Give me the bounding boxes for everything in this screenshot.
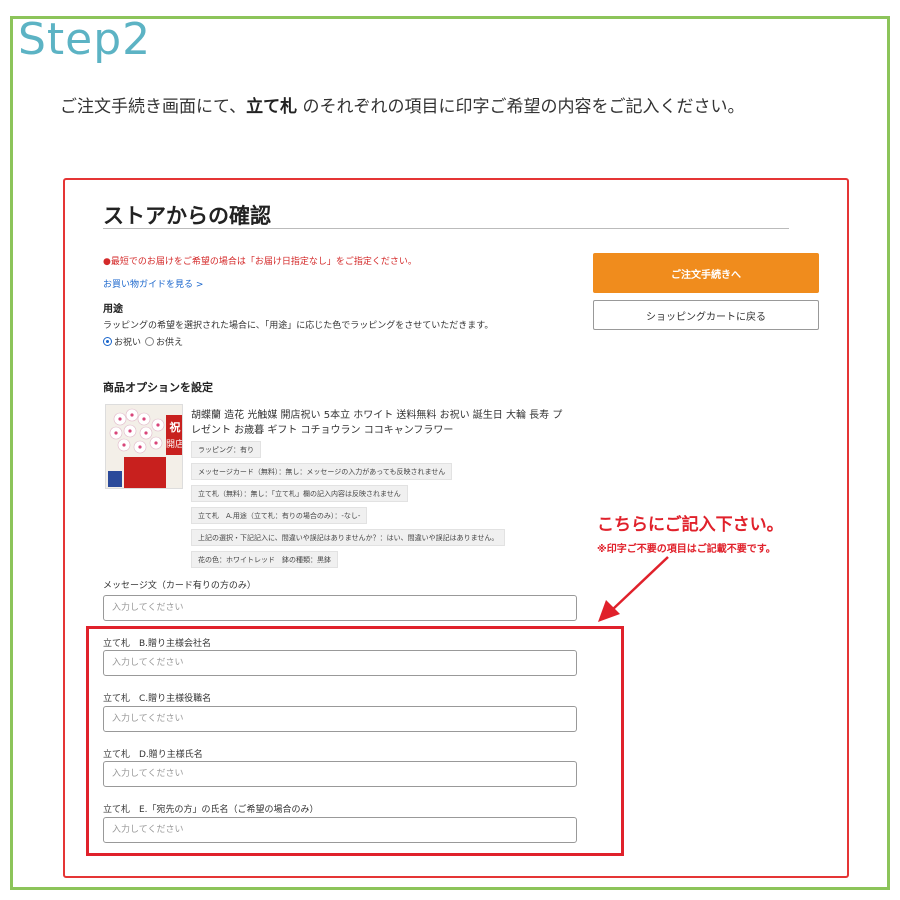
message-field-label: メッセージ文（カード有りの方のみ） <box>103 581 256 591</box>
step-title: Step2 <box>18 14 152 65</box>
option-tag-signboard: 立て札（無料）：無し：「立て札」欄の記入内容は反映されません <box>191 485 408 502</box>
callout-main-text: こちらにご記入下さい。 <box>597 515 784 535</box>
callout-sub-text: ※印字ご不要の項目はご記載不要です。 <box>597 544 776 555</box>
svg-text:祝: 祝 <box>170 420 181 434</box>
back-to-cart-button[interactable]: ショッピングカートに戻る <box>593 300 819 330</box>
option-tag-confirmation: 上記の選択・下記記入に、間違いや誤記はありませんか？：はい、間違いや誤記はありま… <box>191 529 506 546</box>
option-tag-message-card: メッセージカード（無料）：無し：メッセージの入力があっても反映されません <box>191 463 453 480</box>
instruction-emphasis: 立て札 <box>246 97 298 117</box>
radio-celebration-label: お祝い <box>114 338 142 348</box>
usage-radio-group: お祝い お供え <box>103 335 183 348</box>
checkout-button[interactable]: ご注文手続きへ <box>593 253 819 293</box>
instruction-text: ご注文手続き画面にて、立て札 のそれぞれの項目に印字ご希望の内容をご記入ください… <box>60 92 745 117</box>
shopping-guide-link[interactable]: お買い物ガイドを見る > <box>103 277 203 290</box>
option-tag-wrapping: ラッピング：有り <box>191 441 261 458</box>
orchid-image-icon: 祝 開店 <box>106 405 183 488</box>
radio-celebration[interactable] <box>103 337 112 346</box>
usage-label: 用途 <box>103 304 123 315</box>
product-name: 胡蝶蘭 造花 光触媒 開店祝い 5本立 ホワイト 送料無料 お祝い 誕生日 大輪… <box>191 410 563 436</box>
option-tag-signboard-usage: 立て札 A.用途（立て札：有りの場合のみ）：-なし- <box>191 507 368 524</box>
option-tag-color-pot: 花の色：ホワイトレッド 鉢の種類：黒鉢 <box>191 551 338 568</box>
radio-offering-label: お供え <box>156 338 184 348</box>
heading-divider <box>103 228 789 229</box>
radio-offering[interactable] <box>145 337 155 346</box>
svg-text:開店: 開店 <box>166 438 183 450</box>
panel-heading: ストアからの確認 <box>103 204 271 228</box>
signboard-fields-highlight <box>86 626 624 856</box>
instruction-after: のそれぞれの項目に印字ご希望の内容をご記入ください。 <box>297 97 745 117</box>
instruction-before: ご注文手続き画面にて、 <box>60 97 247 117</box>
delivery-notice: ●最短でのお届けをご希望の場合は「お届け日指定なし」をご指定ください。 <box>103 257 417 267</box>
product-image: 祝 開店 <box>105 404 183 489</box>
usage-description: ラッピングの希望を選択された場合に、「用途」に応じた色でラッピングをさせていただ… <box>103 321 494 331</box>
product-options-heading: 商品オプションを設定 <box>103 381 213 394</box>
message-input[interactable] <box>103 595 577 621</box>
